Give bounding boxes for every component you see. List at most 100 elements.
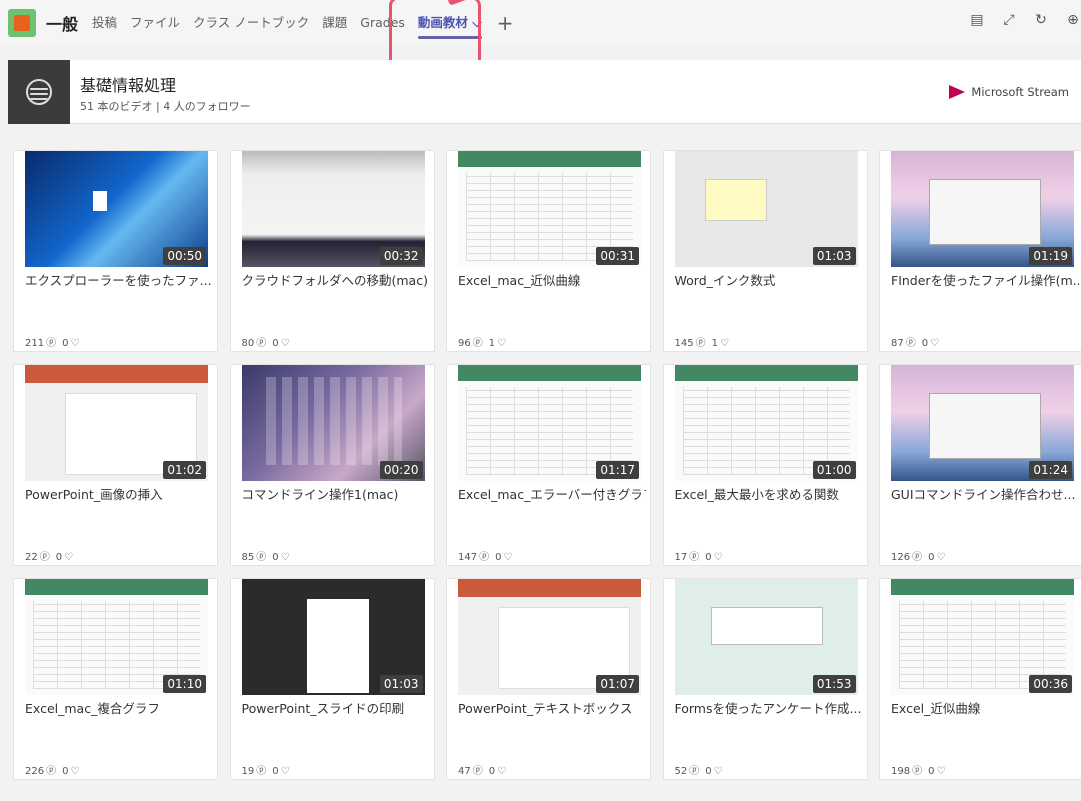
tab-posts[interactable]: 投稿 (92, 0, 117, 46)
video-card[interactable]: 01:07 PowerPoint_テキストボックス 47 ⓟ 0 ♡ (446, 578, 651, 780)
video-title[interactable]: PowerPoint_テキストボックス (458, 698, 646, 717)
video-title[interactable]: FInderを使ったファイル操作(m... (891, 270, 1079, 289)
video-title[interactable]: PowerPoint_画像の挿入 (25, 484, 213, 503)
channel-header: 基礎情報処理 51 本のビデオ | 4 人のフォロワー Microsoft St… (8, 60, 1081, 124)
video-thumbnail[interactable]: 01:24 (891, 365, 1074, 481)
video-thumbnail[interactable]: 01:03 (674, 151, 858, 267)
view-icon: ⓟ (256, 766, 267, 777)
view-count: 145 (674, 338, 694, 349)
video-thumbnail[interactable]: 00:36 (891, 579, 1074, 695)
globe-icon[interactable]: ⊕ (1065, 12, 1081, 28)
view-icon: ⓟ (256, 552, 267, 563)
video-title[interactable]: クラウドフォルダへの移動(mac) (242, 270, 430, 289)
video-card[interactable]: 01:10 Excel_mac_複合グラフ 226 ⓟ 0 ♡ (13, 578, 218, 780)
channel-logo-icon (8, 60, 70, 124)
heart-icon[interactable]: ♡ (930, 338, 939, 349)
view-icon: ⓟ (472, 766, 483, 777)
video-thumbnail[interactable]: 01:02 (25, 365, 208, 481)
video-card[interactable]: 00:31 Excel_mac_近似曲線 96 ⓟ 1 ♡ (446, 150, 651, 352)
video-thumbnail[interactable]: 01:03 (241, 579, 425, 695)
video-title[interactable]: Excel_mac_近似曲線 (458, 270, 646, 289)
tab-bar: 一般 投稿 ファイル クラス ノートブック 課題 Grades 動画教材 ⌵ +… (0, 0, 1081, 70)
view-icon: ⓟ (472, 338, 483, 349)
heart-icon[interactable]: ♡ (64, 552, 73, 563)
video-title[interactable]: Excel_mac_複合グラフ (25, 698, 213, 717)
video-title[interactable]: GUIコマンドライン操作合わせ... (891, 484, 1079, 503)
video-title[interactable]: Formsを使ったアンケート作成... (675, 698, 863, 717)
heart-icon[interactable]: ♡ (936, 552, 945, 563)
refresh-icon[interactable]: ↻ (1033, 12, 1049, 28)
video-thumbnail[interactable]: 00:32 (241, 151, 425, 267)
video-stats: 147 ⓟ 0 ♡ (458, 548, 518, 563)
video-stats: 22 ⓟ 0 ♡ (25, 548, 79, 563)
video-card[interactable]: 01:03 PowerPoint_スライドの印刷 19 ⓟ 0 ♡ (229, 578, 435, 780)
heart-icon[interactable]: ♡ (936, 766, 945, 777)
video-thumbnail[interactable]: 00:20 (241, 365, 425, 481)
view-count: 226 (25, 766, 45, 777)
like-count: 0 (705, 766, 712, 777)
tab-class-notebook[interactable]: クラス ノートブック (193, 0, 309, 46)
view-count: 198 (891, 766, 911, 777)
video-thumbnail[interactable]: 01:19 (891, 151, 1074, 267)
like-count: 0 (272, 766, 279, 777)
video-thumbnail[interactable]: 01:17 (458, 365, 641, 481)
like-count: 0 (928, 552, 935, 563)
expand-icon[interactable]: ⤢ (1001, 12, 1017, 28)
heart-icon[interactable]: ♡ (714, 552, 723, 563)
video-stats: 198 ⓟ 0 ♡ (891, 762, 951, 777)
microsoft-stream-link[interactable]: Microsoft Stream (949, 85, 1069, 99)
video-title[interactable]: Excel_最大最小を求める関数 (675, 484, 863, 503)
video-card[interactable]: 01:24 GUIコマンドライン操作合わせ... 126 ⓟ 0 ♡ (879, 364, 1081, 566)
view-icon: ⓟ (46, 338, 57, 349)
video-stats: 47 ⓟ 0 ♡ (458, 762, 512, 777)
video-card[interactable]: 01:03 Word_インク数式 145 ⓟ 1 ♡ (662, 150, 868, 352)
heart-icon[interactable]: ♡ (720, 338, 729, 349)
video-card[interactable]: 01:53 Formsを使ったアンケート作成... 52 ⓟ 0 ♡ (662, 578, 868, 780)
stream-label: Microsoft Stream (971, 85, 1069, 99)
video-duration: 00:31 (596, 247, 639, 265)
video-card[interactable]: 01:17 Excel_mac_エラーバー付きグラフ 147 ⓟ 0 ♡ (446, 364, 651, 566)
view-count: 211 (25, 338, 45, 349)
team-avatar-icon[interactable] (8, 9, 36, 37)
video-thumbnail[interactable]: 01:07 (458, 579, 641, 695)
video-card[interactable]: 01:19 FInderを使ったファイル操作(m... 87 ⓟ 0 ♡ (879, 150, 1081, 352)
video-title[interactable]: Excel_近似曲線 (891, 698, 1079, 717)
video-title[interactable]: PowerPoint_スライドの印刷 (242, 698, 430, 717)
view-count: 85 (241, 552, 255, 563)
video-stats: 126 ⓟ 0 ♡ (891, 548, 951, 563)
video-duration: 01:53 (812, 675, 856, 693)
video-thumbnail[interactable]: 01:00 (674, 365, 858, 481)
chat-icon[interactable]: ▤ (969, 12, 985, 28)
heart-icon[interactable]: ♡ (714, 766, 723, 777)
video-card[interactable]: 01:02 PowerPoint_画像の挿入 22 ⓟ 0 ♡ (13, 364, 218, 566)
video-title[interactable]: コマンドライン操作1(mac) (242, 484, 430, 503)
heart-icon[interactable]: ♡ (70, 338, 79, 349)
video-duration: 01:07 (596, 675, 639, 693)
heart-icon[interactable]: ♡ (281, 338, 290, 349)
heart-icon[interactable]: ♡ (281, 552, 290, 563)
add-tab-button[interactable]: + (497, 0, 514, 46)
like-count: 1 (711, 338, 718, 349)
video-stats: 80 ⓟ 0 ♡ (242, 334, 296, 349)
video-card[interactable]: 00:36 Excel_近似曲線 198 ⓟ 0 ♡ (879, 578, 1081, 780)
video-card[interactable]: 00:20 コマンドライン操作1(mac) 85 ⓟ 0 ♡ (229, 364, 435, 566)
heart-icon[interactable]: ♡ (70, 766, 79, 777)
view-count: 96 (458, 338, 471, 349)
video-title[interactable]: エクスプローラーを使ったファ... (25, 270, 213, 289)
video-thumbnail[interactable]: 01:10 (25, 579, 208, 695)
video-title[interactable]: Word_インク数式 (675, 270, 863, 289)
video-thumbnail[interactable]: 00:50 (25, 151, 208, 267)
video-card[interactable]: 00:50 エクスプローラーを使ったファ... 211 ⓟ 0 ♡ (13, 150, 218, 352)
video-thumbnail[interactable]: 01:53 (674, 579, 858, 695)
heart-icon[interactable]: ♡ (497, 338, 506, 349)
heart-icon[interactable]: ♡ (497, 766, 506, 777)
video-card[interactable]: 01:00 Excel_最大最小を求める関数 17 ⓟ 0 ♡ (662, 364, 868, 566)
heart-icon[interactable]: ♡ (503, 552, 512, 563)
view-count: 19 (241, 766, 255, 777)
video-title[interactable]: Excel_mac_エラーバー付きグラフ (458, 484, 646, 503)
tab-files[interactable]: ファイル (130, 0, 180, 46)
video-thumbnail[interactable]: 00:31 (458, 151, 641, 267)
video-card[interactable]: 00:32 クラウドフォルダへの移動(mac) 80 ⓟ 0 ♡ (229, 150, 435, 352)
heart-icon[interactable]: ♡ (281, 766, 290, 777)
tab-assignments[interactable]: 課題 (322, 0, 347, 46)
